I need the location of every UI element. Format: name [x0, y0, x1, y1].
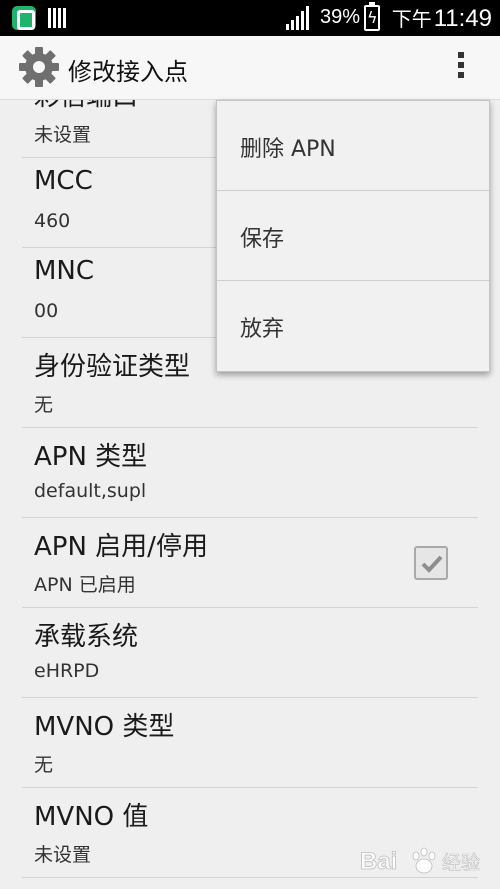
action-bar: 修改接入点: [0, 36, 500, 100]
setting-title: 身份验证类型: [34, 352, 191, 382]
svg-text:Bai: Bai: [360, 848, 397, 875]
setting-summary: APN 已启用: [34, 574, 136, 596]
menu-item-discard[interactable]: 放弃: [217, 281, 489, 371]
gear-icon[interactable]: [18, 46, 60, 88]
setting-summary: 460: [34, 210, 71, 232]
overflow-menu-icon[interactable]: [450, 48, 472, 88]
page-title: 修改接入点: [68, 58, 188, 86]
menu-item-label: 放弃: [240, 317, 285, 342]
baidu-jingyan-watermark: Bai 经验: [358, 838, 494, 882]
setting-summary: 无: [34, 754, 54, 776]
setting-summary: eHRPD: [34, 660, 100, 682]
svg-text:经验: 经验: [442, 852, 480, 874]
setting-title: MNC: [34, 256, 95, 286]
setting-title: MVNO 类型: [34, 712, 175, 742]
battery-charging-icon: ϟ: [364, 2, 380, 31]
setting-summary: 未设置: [34, 844, 92, 866]
setting-title: APN 启用/停用: [34, 532, 208, 562]
setting-bearer[interactable]: 承载系统 eHRPD: [22, 608, 478, 698]
signal-icon: [286, 6, 309, 30]
status-bar: 39% ϟ 下午11:49: [0, 0, 500, 36]
setting-summary: 未设置: [34, 124, 92, 146]
setting-summary: default,supl: [34, 480, 147, 502]
apn-enabled-checkbox[interactable]: [414, 546, 448, 580]
menu-item-delete-apn[interactable]: 删除 APN: [217, 101, 489, 191]
barcode-icon: [48, 8, 66, 28]
clock-ampm: 下午: [391, 9, 432, 31]
setting-title: 承载系统: [34, 622, 139, 652]
setting-apn-type[interactable]: APN 类型 default,supl: [22, 428, 478, 518]
checkmark-icon: [421, 555, 443, 573]
setting-title: MVNO 值: [34, 802, 149, 832]
menu-item-label: 删除 APN: [240, 137, 336, 162]
setting-summary: 00: [34, 300, 59, 322]
setting-apn-enable[interactable]: APN 启用/停用 APN 已启用: [22, 518, 478, 608]
setting-title: MCC: [34, 166, 93, 196]
clock-time: 11:49: [433, 5, 492, 32]
menu-item-save[interactable]: 保存: [217, 191, 489, 281]
app-notification-icon: [12, 6, 36, 30]
setting-summary: 无: [34, 394, 54, 416]
clock: 下午11:49: [392, 3, 492, 33]
menu-item-label: 保存: [240, 227, 285, 252]
setting-title: 彩信端口: [34, 100, 138, 113]
setting-title: APN 类型: [34, 442, 148, 472]
overflow-popup-menu: 删除 APN 保存 放弃: [216, 100, 490, 372]
battery-percent: 39%: [320, 6, 361, 28]
setting-mvno-type[interactable]: MVNO 类型 无: [22, 698, 478, 788]
